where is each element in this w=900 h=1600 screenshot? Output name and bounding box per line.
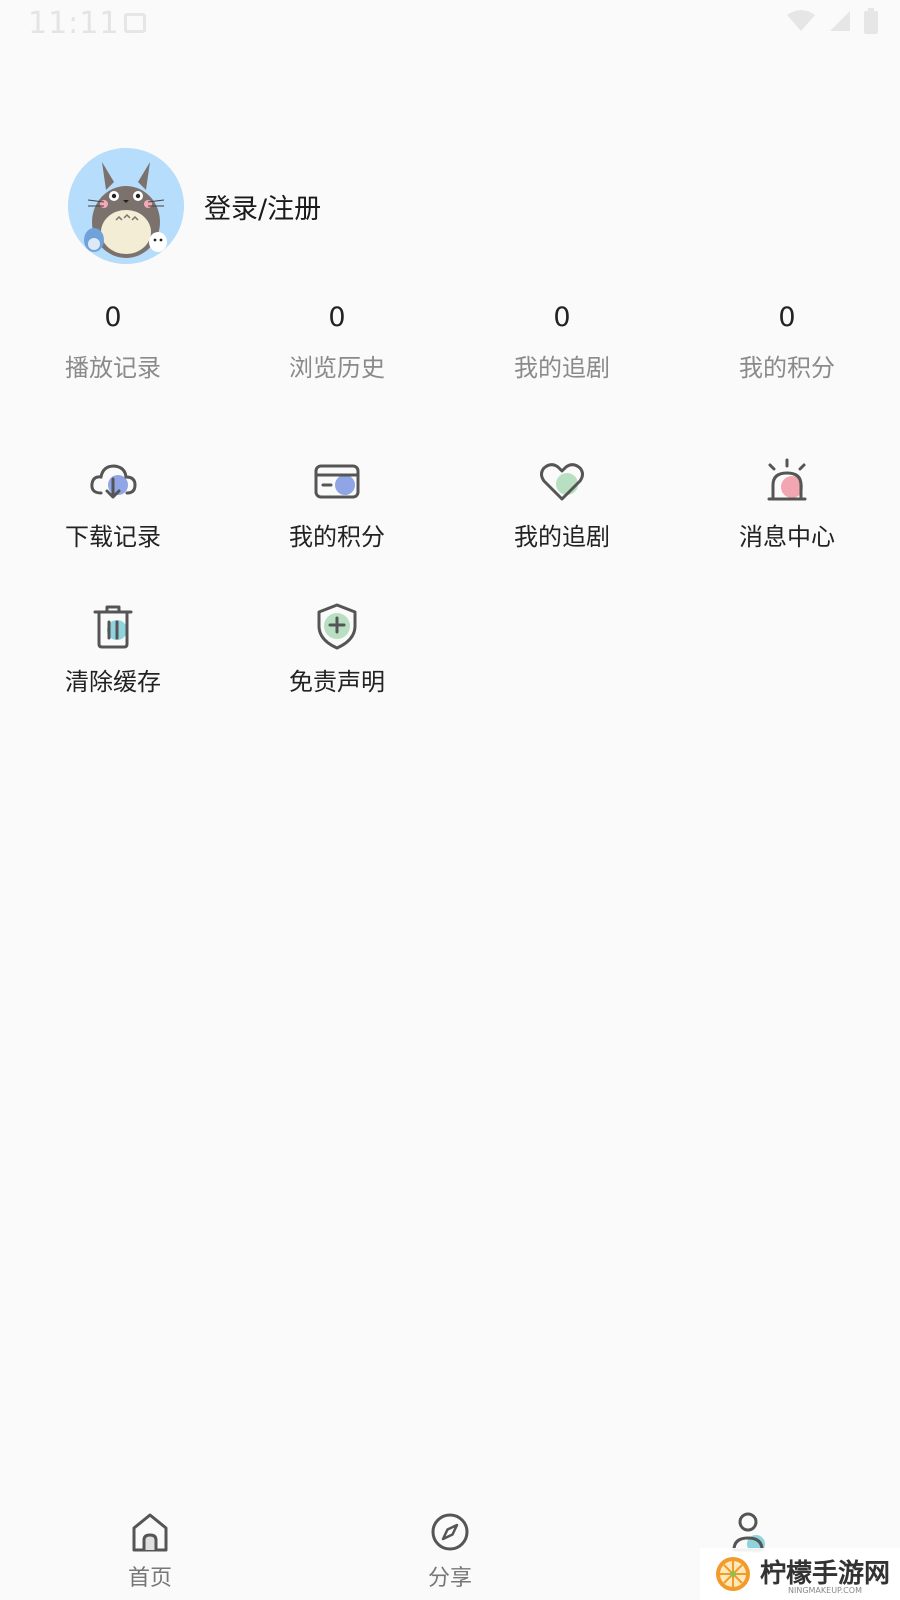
stat-label: 我的追剧 — [514, 354, 610, 382]
home-icon — [132, 1513, 168, 1552]
lemon-logo-icon — [716, 1557, 750, 1591]
stat-play-history[interactable]: 0 播放记录 — [33, 298, 193, 383]
status-time: 11:11 — [28, 6, 120, 41]
watermark-text: 柠檬手游网 — [760, 1559, 891, 1589]
feature-label: 我的积分 — [289, 523, 385, 551]
wifi-icon — [787, 10, 815, 31]
feature-label: 下载记录 — [65, 523, 161, 551]
stat-value: 0 — [104, 302, 122, 333]
trash-icon — [93, 605, 133, 649]
cloud-download-icon — [90, 464, 137, 499]
profile-header[interactable]: 登录/注册 — [68, 148, 321, 264]
stat-browse-history[interactable]: 0 浏览历史 — [257, 298, 417, 383]
alarm-icon — [767, 458, 807, 501]
card-icon — [314, 464, 360, 499]
nav-home[interactable]: 首页 — [90, 1510, 210, 1592]
stat-value: 0 — [778, 302, 796, 333]
stat-value: 0 — [553, 302, 571, 333]
watermark-subtext: NINGMAKEUP.COM — [788, 1586, 862, 1595]
avatar[interactable] — [68, 148, 184, 264]
status-bar: 11:11 — [0, 0, 900, 48]
compass-icon — [431, 1513, 469, 1551]
heart-icon — [540, 463, 584, 501]
status-icons — [786, 8, 878, 34]
feature-message-center[interactable]: 消息中心 — [707, 455, 867, 552]
nav-share[interactable]: 分享 — [390, 1510, 510, 1592]
stat-label: 播放记录 — [65, 354, 161, 382]
stat-label: 我的积分 — [739, 354, 835, 382]
stat-value: 0 — [328, 302, 346, 333]
feature-label: 我的追剧 — [514, 523, 610, 551]
nav-label-home: 首页 — [127, 1566, 172, 1591]
totoro-avatar-icon — [68, 148, 184, 264]
feature-label: 清除缓存 — [65, 668, 161, 696]
feature-my-following[interactable]: 我的追剧 — [482, 455, 642, 552]
feature-label: 消息中心 — [739, 523, 835, 551]
feature-disclaimer[interactable]: 免责声明 — [257, 600, 417, 697]
feature-my-points[interactable]: 我的积分 — [257, 455, 417, 552]
image-icon — [124, 13, 146, 33]
stat-my-following[interactable]: 0 我的追剧 — [482, 298, 642, 383]
feature-clear-cache[interactable]: 清除缓存 — [33, 600, 193, 697]
profile-screen: 11:11 登录/注册 0 播放记录 0 浏览历史 0 我的追剧 0 我的积分 … — [0, 0, 900, 1600]
feature-label: 免责声明 — [289, 668, 385, 696]
watermark: 柠檬手游网 NINGMAKEUP.COM — [700, 1548, 900, 1600]
stat-label: 浏览历史 — [289, 354, 385, 382]
battery-icon — [864, 8, 878, 34]
shield-plus-icon — [317, 603, 357, 650]
feature-download-history[interactable]: 下载记录 — [33, 455, 193, 552]
nav-label-share: 分享 — [427, 1566, 472, 1591]
signal-icon — [830, 11, 850, 31]
login-register-link[interactable]: 登录/注册 — [204, 187, 321, 226]
stat-my-points[interactable]: 0 我的积分 — [707, 298, 867, 383]
